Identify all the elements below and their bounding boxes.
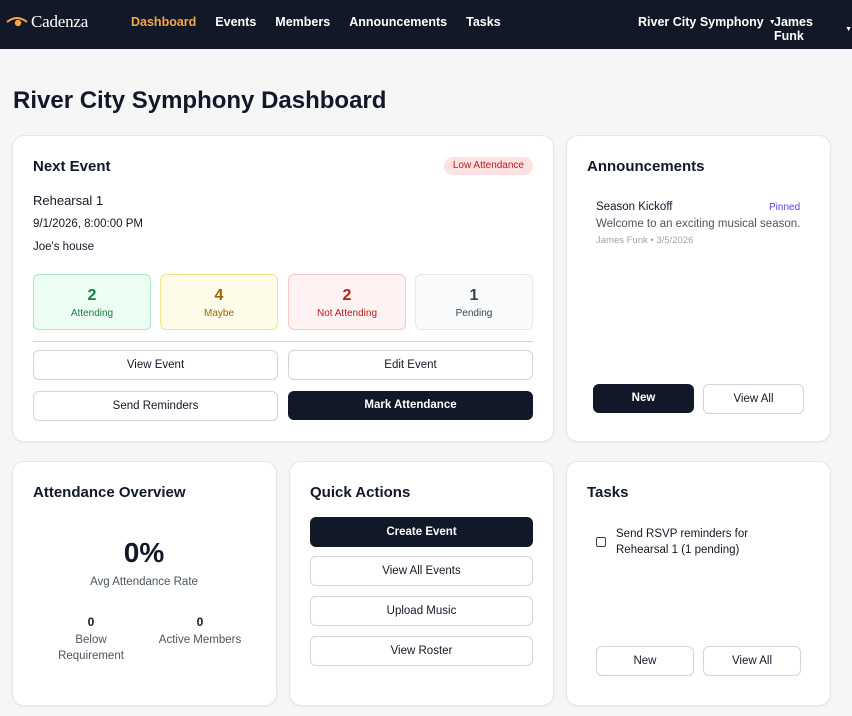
- send-reminders-button[interactable]: Send Reminders: [33, 391, 278, 421]
- task-text: Send RSVP reminders for Rehearsal 1 (1 p…: [616, 528, 749, 556]
- below-requirement-stat: 0 Below Requirement: [51, 615, 131, 664]
- page-title: River City Symphony Dashboard: [13, 87, 387, 114]
- event-datetime: 9/1/2026, 8:00:00 PM: [33, 218, 143, 230]
- below-requirement-label: Below Requirement: [58, 634, 124, 662]
- active-members-value: 0: [196, 615, 204, 629]
- stat-not-attending[interactable]: 2 Not Attending: [288, 274, 406, 330]
- active-members-stat: 0 Active Members: [150, 615, 250, 648]
- stat-attending-value: 2: [87, 287, 97, 304]
- announcement-body: Welcome to an exciting musical season.: [596, 218, 801, 230]
- nav-events[interactable]: Events: [215, 15, 256, 29]
- announcement-meta: James Funk • 3/5/2026: [596, 235, 694, 246]
- view-roster-button[interactable]: View Roster: [310, 636, 533, 666]
- tasks-card: Tasks Send RSVP reminders for Rehearsal …: [566, 461, 831, 706]
- new-announcement-button[interactable]: New: [593, 384, 694, 413]
- pinned-badge: Pinned: [769, 202, 801, 213]
- stat-maybe[interactable]: 4 Maybe: [160, 274, 278, 330]
- stat-maybe-label: Maybe: [203, 308, 234, 319]
- tasks-title: Tasks: [587, 484, 629, 501]
- task-item: Send RSVP reminders for Rehearsal 1 (1 p…: [596, 526, 776, 558]
- nav-dashboard[interactable]: Dashboard: [131, 15, 196, 29]
- nav-members[interactable]: Members: [275, 15, 330, 29]
- brand-name: Cadenza: [31, 12, 89, 31]
- user-menu[interactable]: James Funk ▼: [774, 15, 852, 43]
- org-selector[interactable]: River City Symphony ▼: [638, 15, 776, 29]
- next-event-card: Next Event Low Attendance Rehearsal 1 9/…: [12, 135, 554, 442]
- top-navbar: Cadenza Dashboard Events Members Announc…: [0, 0, 852, 49]
- announcements-card: Announcements Season Kickoff Welcome to …: [566, 135, 831, 442]
- quick-actions-card: Quick Actions Create Event View All Even…: [289, 461, 554, 706]
- nav-tasks[interactable]: Tasks: [466, 15, 501, 29]
- stat-pending-value: 1: [469, 287, 479, 304]
- stat-attending-label: Attending: [70, 308, 114, 319]
- attendance-overview-card: Attendance Overview 0% Avg Attendance Ra…: [12, 461, 277, 706]
- stat-pending-label: Pending: [455, 308, 493, 319]
- nav-announcements[interactable]: Announcements: [349, 15, 447, 29]
- brand-logo[interactable]: Cadenza: [6, 12, 88, 32]
- quick-actions-title: Quick Actions: [310, 484, 411, 501]
- next-event-title: Next Event: [33, 158, 111, 175]
- stat-maybe-value: 4: [214, 287, 224, 304]
- org-selector-label: River City Symphony: [638, 15, 764, 29]
- attendance-rate: 0%: [123, 537, 165, 568]
- edit-event-button[interactable]: Edit Event: [288, 350, 533, 380]
- announcements-title: Announcements: [587, 158, 705, 175]
- event-location: Joe's house: [33, 241, 95, 253]
- nav-links: Dashboard Events Members Announcements T…: [131, 15, 520, 29]
- attendance-rate-label: Avg Attendance Rate: [90, 576, 198, 588]
- caret-down-icon: ▼: [845, 25, 852, 33]
- attendance-overview-title: Attendance Overview: [33, 484, 186, 501]
- create-event-button[interactable]: Create Event: [310, 517, 533, 547]
- upload-music-button[interactable]: Upload Music: [310, 596, 533, 626]
- new-task-button[interactable]: New: [596, 646, 694, 676]
- stat-attending[interactable]: 2 Attending: [33, 274, 151, 330]
- user-menu-label: James Funk: [774, 15, 813, 43]
- view-event-button[interactable]: View Event: [33, 350, 278, 380]
- stat-pending[interactable]: 1 Pending: [415, 274, 533, 330]
- active-members-label: Active Members: [158, 634, 242, 646]
- below-requirement-value: 0: [87, 615, 95, 629]
- view-all-tasks-button[interactable]: View All: [703, 646, 801, 676]
- stat-not-attending-label: Not Attending: [316, 308, 378, 319]
- low-attendance-badge: Low Attendance: [443, 157, 533, 175]
- eye-icon: [6, 17, 28, 27]
- view-all-announcements-button[interactable]: View All: [703, 384, 804, 414]
- view-all-events-button[interactable]: View All Events: [310, 556, 533, 586]
- event-name: Rehearsal 1: [33, 193, 104, 208]
- mark-attendance-button[interactable]: Mark Attendance: [288, 391, 533, 420]
- divider: [33, 341, 533, 342]
- stat-not-attending-value: 2: [342, 287, 352, 304]
- task-checkbox[interactable]: [596, 537, 606, 547]
